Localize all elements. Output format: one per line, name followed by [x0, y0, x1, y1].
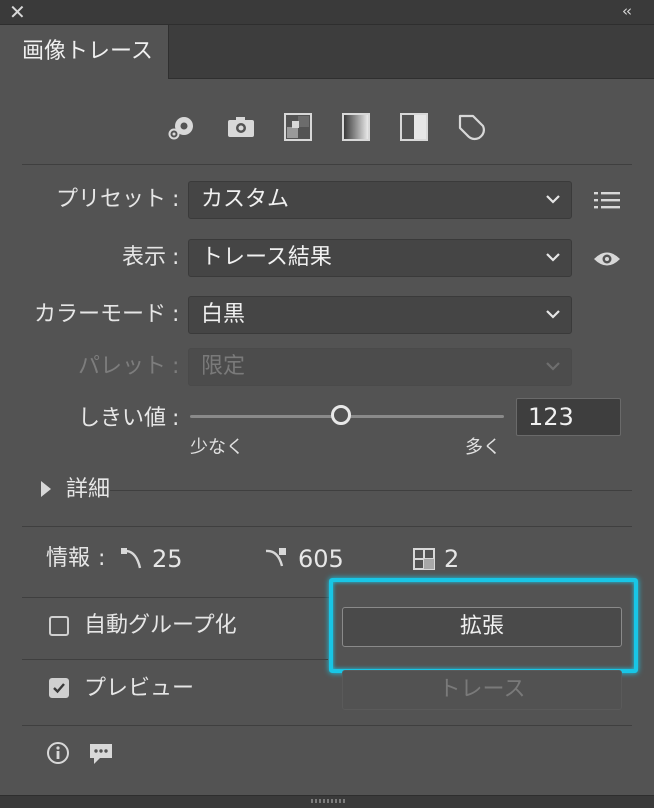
panel-title-bar [0, 0, 654, 25]
preset-dropdown[interactable]: カスタム [188, 181, 572, 219]
anchors-count: 605 [298, 545, 344, 573]
outline-icon[interactable] [456, 111, 488, 143]
palette-colon: : [172, 354, 180, 379]
mode-colon: : [172, 302, 180, 327]
auto-group-checkbox[interactable] [49, 616, 69, 636]
view-label: 表示 [121, 245, 166, 270]
palette-dropdown[interactable]: 限定 [188, 348, 572, 386]
tab-title: 画像トレース [22, 39, 153, 64]
chevron-down-icon [546, 253, 560, 262]
auto-group-label: 自動グループ化 [84, 613, 237, 638]
preview-checkbox[interactable] [49, 678, 69, 698]
palette-label: パレット [77, 354, 166, 379]
threshold-max-label: 多く [465, 437, 501, 458]
preset-value: カスタム [201, 187, 290, 212]
preset-label: プリセット [55, 187, 166, 212]
view-value: トレース結果 [201, 245, 332, 270]
info-colon: : [98, 546, 106, 571]
auto-color-icon[interactable] [166, 111, 198, 143]
info-icon[interactable] [46, 741, 70, 769]
threshold-slider-handle[interactable] [330, 405, 351, 425]
preview-label: プレビュー [84, 676, 195, 701]
chevron-down-icon [546, 362, 560, 371]
anchors-icon [264, 546, 290, 576]
collapse-panel-icon[interactable]: ‹‹ [622, 2, 632, 20]
colors-grid-icon [413, 548, 435, 574]
view-colon: : [172, 245, 180, 270]
divider [110, 490, 632, 491]
chevron-down-icon [546, 195, 560, 204]
paths-icon [120, 546, 146, 576]
divider [22, 597, 330, 598]
resize-grip[interactable] [311, 799, 345, 803]
colors-count: 2 [444, 545, 460, 573]
mode-label: カラーモード [33, 302, 166, 327]
list-icon[interactable] [594, 189, 622, 215]
divider [22, 659, 328, 660]
divider [22, 526, 632, 527]
threshold-label: しきい値 [77, 406, 166, 431]
close-icon[interactable]: ✕ [9, 1, 26, 23]
mode-dropdown[interactable]: 白黒 [188, 296, 572, 334]
threshold-colon: : [172, 406, 180, 431]
grayscale-icon[interactable] [340, 111, 372, 143]
preset-colon: : [172, 187, 180, 212]
paths-count: 25 [152, 545, 183, 573]
eye-icon[interactable] [592, 249, 622, 273]
chevron-down-icon [546, 310, 560, 319]
divider [22, 164, 632, 165]
high-color-photo-icon[interactable] [225, 111, 257, 143]
threshold-min-label: 少なく [190, 437, 244, 458]
palette-value: 限定 [201, 354, 246, 379]
feedback-icon[interactable] [88, 742, 114, 770]
divider [22, 725, 632, 726]
trace-button[interactable]: トレース [342, 670, 622, 710]
view-dropdown[interactable]: トレース結果 [188, 239, 572, 277]
highlight-box [329, 578, 638, 673]
black-and-white-icon[interactable] [398, 111, 430, 143]
advanced-label[interactable]: 詳細 [66, 476, 110, 504]
low-color-icon[interactable] [282, 111, 314, 143]
checkmark-icon [53, 683, 65, 694]
trace-button-label: トレース [438, 677, 526, 702]
mode-value: 白黒 [201, 302, 246, 327]
disclosure-triangle-icon[interactable] [40, 480, 52, 502]
info-label: 情報 [46, 546, 91, 571]
threshold-value: 123 [528, 403, 574, 431]
